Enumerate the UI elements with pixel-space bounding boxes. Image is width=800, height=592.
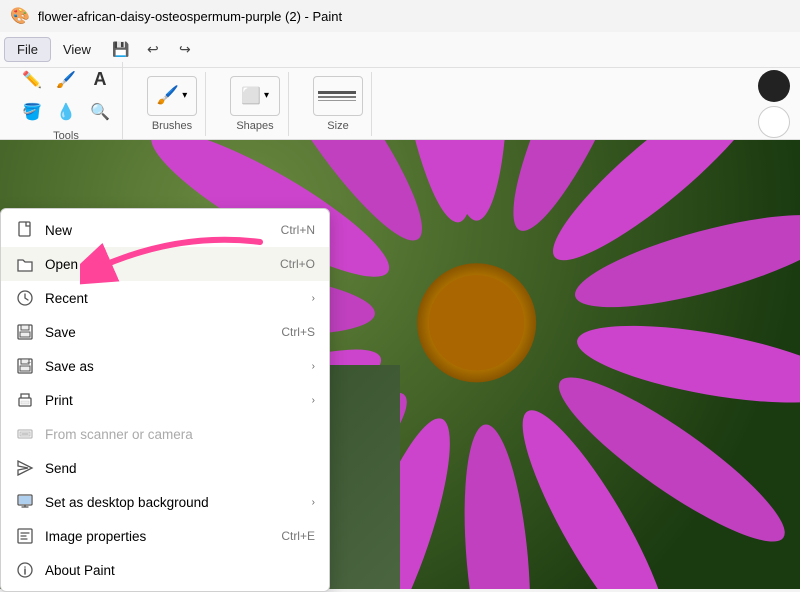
svg-text:+: +	[27, 360, 31, 367]
save-label: Save	[45, 325, 271, 340]
scanner-label: From scanner or camera	[45, 427, 315, 442]
open-icon	[15, 254, 35, 274]
size-label: Size	[327, 120, 348, 132]
print-icon	[15, 390, 35, 410]
desktop-arrow: ›	[312, 497, 315, 508]
zoom-icon[interactable]: 🔍	[86, 98, 114, 126]
new-icon	[15, 220, 35, 240]
properties-shortcut: Ctrl+E	[281, 529, 315, 543]
primary-color-swatch[interactable]	[758, 70, 790, 102]
secondary-color-swatch[interactable]	[758, 106, 790, 138]
save-shortcut: Ctrl+S	[281, 325, 315, 339]
print-arrow: ›	[312, 395, 315, 406]
menu-item-print[interactable]: Print ›	[1, 383, 329, 417]
save-menu-icon	[15, 322, 35, 342]
brushes-label: Brushes	[152, 120, 192, 132]
window-title: flower-african-daisy-osteospermum-purple…	[38, 9, 342, 24]
saveas-icon: +	[15, 356, 35, 376]
color-group	[758, 70, 790, 138]
app-icon: 🎨	[10, 6, 30, 26]
desktop-icon	[15, 492, 35, 512]
menu-file[interactable]: File	[4, 37, 51, 62]
tools-group: ✏️ 🖌️ A 🪣 💧 🔍 Tools	[10, 62, 123, 146]
saveas-arrow: ›	[312, 361, 315, 372]
menu-item-recent[interactable]: Recent ›	[1, 281, 329, 315]
text-icon[interactable]: A	[86, 66, 114, 94]
open-shortcut: Ctrl+O	[280, 257, 315, 271]
about-label: About Paint	[45, 563, 315, 578]
recent-icon	[15, 288, 35, 308]
menu-item-about[interactable]: About Paint	[1, 553, 329, 587]
properties-icon	[15, 526, 35, 546]
recent-arrow: ›	[312, 293, 315, 304]
menu-item-save[interactable]: Save Ctrl+S	[1, 315, 329, 349]
menu-item-scanner: From scanner or camera	[1, 417, 329, 451]
shapes-label: Shapes	[236, 120, 273, 132]
fill-icon[interactable]: 🪣	[18, 98, 46, 126]
about-icon	[15, 560, 35, 580]
pencil-icon[interactable]: ✏️	[18, 66, 46, 94]
recent-label: Recent	[45, 291, 302, 306]
open-label: Open	[45, 257, 270, 272]
toolbar: ✏️ 🖌️ A 🪣 💧 🔍 Tools 🖌️ ▾ Brushes ⬜ ▾ Sha…	[0, 68, 800, 140]
brushes-dropdown-icon[interactable]: 🖌️ ▾	[147, 76, 197, 116]
properties-label: Image properties	[45, 529, 271, 544]
undo-icon-btn[interactable]: ↩	[139, 36, 167, 64]
menu-item-open[interactable]: Open Ctrl+O	[1, 247, 329, 281]
menu-toolbar-icons: 💾 ↩ ↪	[107, 36, 199, 64]
main-content: New Ctrl+N Open Ctrl+O Recent › Save Ctr…	[0, 140, 800, 589]
eyedropper-icon[interactable]: 💧	[52, 98, 80, 126]
brush-icon[interactable]: 🖌️	[52, 66, 80, 94]
shapes-group: ⬜ ▾ Shapes	[222, 72, 289, 136]
tools-row2: 🪣 💧 🔍	[18, 98, 114, 126]
menu-item-saveas[interactable]: + Save as ›	[1, 349, 329, 383]
saveas-label: Save as	[45, 359, 302, 374]
menu-item-send[interactable]: Send	[1, 451, 329, 485]
shapes-dropdown-icon[interactable]: ⬜ ▾	[230, 76, 280, 116]
new-label: New	[45, 223, 271, 238]
size-group: Size	[305, 72, 372, 136]
size-dropdown-icon[interactable]	[313, 76, 363, 116]
menu-item-properties[interactable]: Image properties Ctrl+E	[1, 519, 329, 553]
menu-item-new[interactable]: New Ctrl+N	[1, 213, 329, 247]
brushes-group: 🖌️ ▾ Brushes	[139, 72, 206, 136]
save-icon-btn[interactable]: 💾	[107, 36, 135, 64]
menu-item-desktop[interactable]: Set as desktop background ›	[1, 485, 329, 519]
menu-view[interactable]: View	[51, 38, 103, 61]
new-shortcut: Ctrl+N	[281, 223, 315, 237]
redo-icon-btn[interactable]: ↪	[171, 36, 199, 64]
send-icon	[15, 458, 35, 478]
title-bar: 🎨 flower-african-daisy-osteospermum-purp…	[0, 0, 800, 32]
scanner-icon	[15, 424, 35, 444]
desktop-label: Set as desktop background	[45, 495, 302, 510]
tools-row: ✏️ 🖌️ A	[18, 66, 114, 94]
send-label: Send	[45, 461, 315, 476]
print-label: Print	[45, 393, 302, 408]
file-menu: New Ctrl+N Open Ctrl+O Recent › Save Ctr…	[0, 208, 330, 592]
